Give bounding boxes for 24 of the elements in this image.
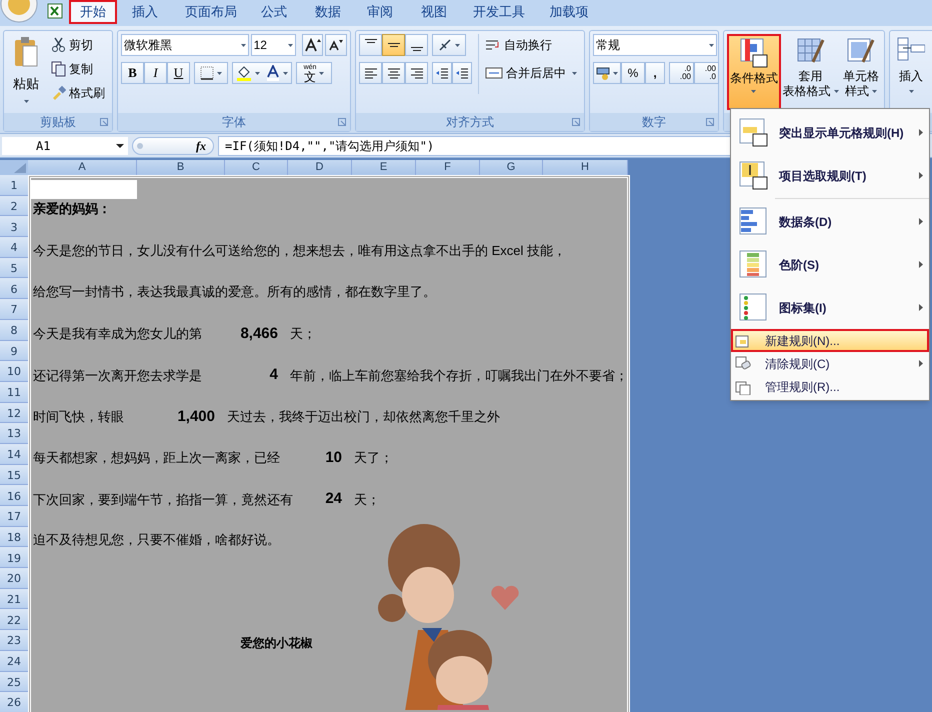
cell-text: 还记得第一次离开您去求学是 [32,366,202,385]
group-label: 剪贴板 [40,114,76,131]
cell-value: 24 [325,489,343,510]
cell-text: 年前，临上车前您塞给我个存折，叮嘱我出门在外不要省； [289,366,628,385]
cell-value: 1,400 [177,406,216,427]
cell-text: 亲爱的妈妈： [32,200,111,218]
cell-text: 天； [353,490,380,509]
cell-text: 迫不及待想见您，只要不催婚，啥都好说。 [32,531,280,550]
cell-text: 时间飞快，转眼 [32,408,124,426]
cell-value: 10 [325,448,343,468]
cell-text: 今天是我有幸成为您女儿的第 [32,325,202,344]
cell-value: 8,466 [240,324,279,344]
cell-value: 4 [270,365,279,386]
cell-text: 天过去，我终于迈出校门，却依然离您千里之外 [226,408,500,426]
group-label: 对齐方式 [446,114,494,131]
cell-text: 每天都想家，想妈妈，距上次一离家，已经 [32,449,280,468]
cell-text: 天了； [353,449,393,468]
cell-text: 今天是您的节日，女儿没有什么可送给您的，想来想去，唯有用这点拿不出手的 Excel 技能， [32,242,566,260]
group-label: 数字 [642,114,666,131]
group-label: 字体 [222,114,246,131]
cell-text: 下次回家，要到端午节，掐指一算，竟然还有 [32,490,293,509]
cell-text: 爱您的小花椒 [240,635,312,652]
cell-text: 天； [289,325,316,344]
cell-text: 给您写一封情书，表达我最真诚的爱意。所有的感情，都在数字里了。 [32,283,436,302]
